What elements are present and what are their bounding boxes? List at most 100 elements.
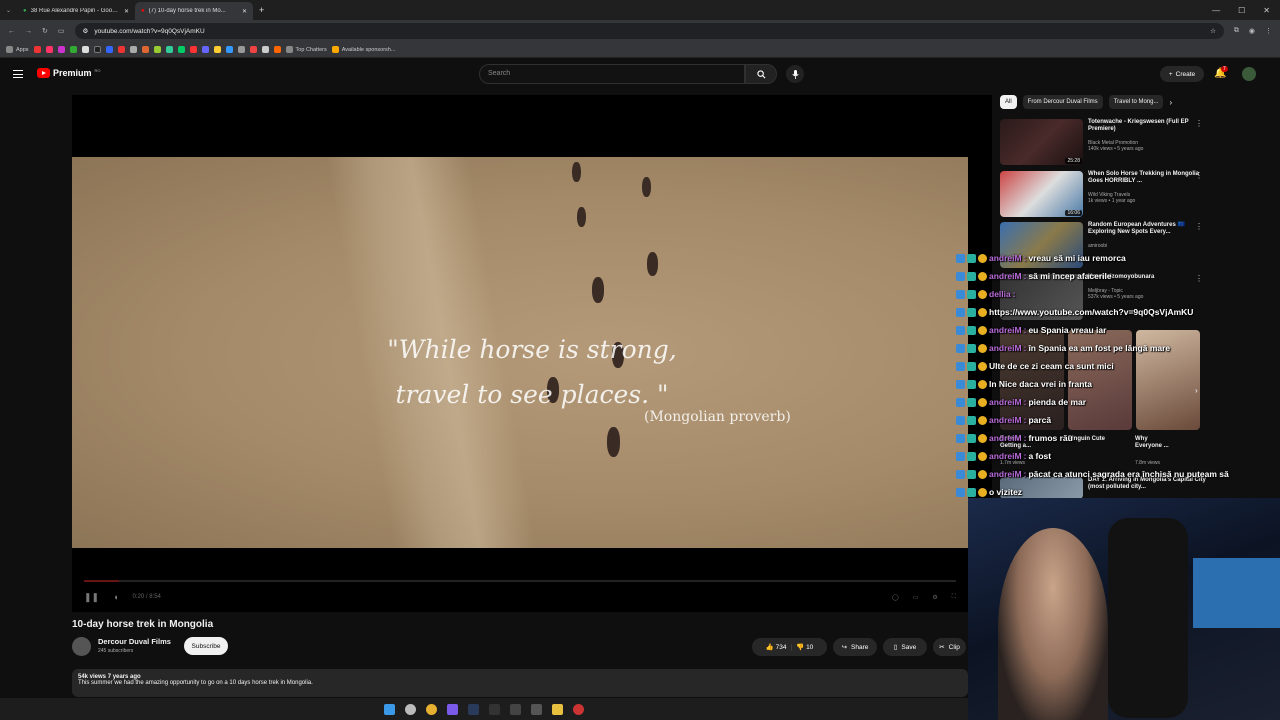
create-button[interactable]: + Create — [1160, 66, 1204, 82]
windows-start-icon[interactable] — [384, 703, 395, 715]
share-button[interactable]: ↪ Share — [833, 638, 877, 656]
tab-search-icon[interactable]: ⌄ — [0, 7, 17, 14]
bookmark-icon[interactable] — [201, 46, 209, 53]
rec-title: When Solo Horse Trekking in Mongolia Goe… — [1088, 171, 1200, 184]
app-icon[interactable] — [531, 703, 542, 715]
rec-meta: 140k views • 5 years ago — [1088, 146, 1144, 152]
like-button[interactable]: 👍 734 — [766, 643, 787, 651]
youtube-logo[interactable]: Premium RO — [37, 68, 101, 78]
more-icon[interactable]: ⋮ — [1195, 119, 1203, 128]
extensions-icon[interactable]: ⧉ — [1234, 27, 1239, 35]
quote-line: travel to see places. " — [395, 380, 669, 409]
close-icon[interactable]: ✕ — [124, 8, 129, 15]
steam-icon[interactable] — [468, 703, 479, 715]
close-window-button[interactable]: ✕ — [1263, 6, 1270, 15]
description-box[interactable]: 54k views 7 years ago This summer we had… — [72, 669, 968, 697]
minimize-button[interactable]: — — [1212, 6, 1220, 15]
dislike-button[interactable]: 👎 10 — [796, 643, 813, 651]
list-item[interactable]: 25:28 Totenwache - Kriegswesen (Full EP … — [1000, 119, 1210, 165]
pause-icon[interactable]: ❚❚ — [84, 592, 99, 603]
clip-button[interactable]: ✂ Clip — [933, 638, 966, 656]
search-input[interactable]: Search — [479, 64, 745, 84]
app-icon[interactable] — [489, 703, 500, 715]
bookmark-apps[interactable]: Apps — [6, 46, 29, 53]
share-label: Share — [851, 643, 869, 651]
bookmark-icon[interactable] — [117, 46, 125, 53]
chevron-right-icon[interactable]: › — [1169, 98, 1172, 107]
maximize-button[interactable]: ☐ — [1238, 6, 1245, 15]
bookmark-icon[interactable] — [153, 46, 161, 53]
avatar[interactable] — [1242, 67, 1256, 81]
chat-username: andreiM — [989, 253, 1022, 263]
channel-name[interactable]: Dercour Duval Films — [98, 637, 171, 646]
search-button[interactable] — [745, 64, 777, 84]
profile-icon[interactable]: ◉ — [1249, 27, 1255, 35]
sidebar-icon[interactable]: ▭ — [58, 27, 65, 35]
channel-avatar[interactable] — [72, 637, 91, 656]
chrome-icon[interactable] — [426, 703, 437, 715]
more-icon[interactable]: ⋮ — [1195, 171, 1203, 180]
bookmark-icon[interactable] — [189, 46, 197, 53]
bookmark-icon[interactable] — [81, 46, 89, 53]
bookmark-icon[interactable] — [165, 46, 173, 53]
chat-badge-icon — [967, 415, 976, 425]
list-item[interactable]: 16:06 When Solo Horse Trekking in Mongol… — [1000, 171, 1210, 217]
bookmark-icon[interactable] — [261, 46, 269, 53]
chat-message: andreiM: parcă — [956, 411, 1276, 429]
bookmark-icon[interactable] — [57, 46, 65, 53]
url-text: youtube.com/watch?v=9q0QsVjAmKU — [94, 27, 205, 35]
filter-chips: All From Dercour Duval Films Travel to M… — [1000, 95, 1172, 109]
site-info-icon[interactable]: ⚙ — [83, 27, 89, 35]
tab-youtube[interactable]: ● (7) 10-day horse trek in Mo... ✕ — [135, 2, 254, 20]
bookmark-icon[interactable] — [33, 46, 41, 53]
voice-search-button[interactable] — [786, 65, 804, 83]
youtube-header: Premium RO Search + Create 🔔 7 — [0, 60, 1280, 90]
bookmark-icon[interactable] — [273, 46, 281, 53]
reload-icon[interactable]: ↻ — [42, 27, 48, 35]
bookmark-icon[interactable] — [141, 46, 149, 53]
volume-icon[interactable]: ◖ — [113, 592, 118, 602]
obs-icon[interactable] — [573, 703, 584, 715]
chat-badge-icon — [967, 433, 976, 443]
forward-icon[interactable]: → — [25, 28, 32, 35]
captions-icon[interactable]: ▭ — [913, 594, 919, 601]
bookmark-icon[interactable] — [93, 46, 101, 53]
app-icon[interactable] — [510, 703, 521, 715]
bookmark-icon[interactable] — [237, 46, 245, 53]
menu-icon[interactable] — [13, 70, 23, 78]
maps-icon: ● — [23, 8, 27, 14]
bookmark-sponsorships[interactable]: Available sponsorsh... — [331, 46, 395, 53]
bookmark-icon[interactable] — [69, 46, 77, 53]
video-player[interactable]: "While horse is strong, travel to see pl… — [72, 95, 992, 612]
bookmark-star-icon[interactable]: ☆ — [1210, 27, 1216, 35]
more-icon[interactable]: ⋮ — [1195, 222, 1203, 231]
tab-maps[interactable]: ● 38 Rue Alexandre Papin - Goog... ✕ — [17, 2, 135, 20]
close-icon[interactable]: ✕ — [242, 8, 247, 15]
thumbnail: 25:28 — [1000, 119, 1083, 165]
discord-icon[interactable] — [447, 703, 458, 715]
bookmark-top-chatters[interactable]: Top Chatters — [285, 46, 327, 53]
folder-icon[interactable] — [552, 703, 563, 715]
chip-all[interactable]: All — [1000, 95, 1017, 109]
menu-icon[interactable]: ⋮ — [1265, 27, 1272, 35]
bookmark-icon[interactable] — [213, 46, 221, 53]
new-tab-button[interactable]: + — [253, 5, 270, 15]
fullscreen-icon[interactable]: ⛶ — [952, 594, 956, 601]
bookmark-icon[interactable] — [177, 46, 185, 53]
back-icon[interactable]: ← — [8, 28, 15, 35]
chip-channel[interactable]: From Dercour Duval Films — [1022, 95, 1103, 109]
bookmark-icon[interactable] — [45, 46, 53, 53]
bookmark-icon[interactable] — [129, 46, 137, 53]
bookmark-icon[interactable] — [105, 46, 113, 53]
chip-travel[interactable]: Travel to Mong... — [1108, 95, 1164, 109]
chat-badge-icon — [978, 433, 987, 443]
bookmark-icon[interactable] — [225, 46, 233, 53]
save-button[interactable]: ▯ Save — [883, 638, 927, 656]
search-icon[interactable] — [405, 703, 416, 715]
autoplay-toggle[interactable]: ◯ — [892, 594, 899, 601]
duration-badge: 25:28 — [1065, 158, 1082, 164]
settings-icon[interactable]: ⚙ — [932, 594, 937, 601]
subscribe-button[interactable]: Subscribe — [184, 637, 228, 655]
bookmark-icon[interactable] — [249, 46, 257, 53]
url-field[interactable]: ⚙ youtube.com/watch?v=9q0QsVjAmKU ☆ — [74, 23, 1224, 39]
